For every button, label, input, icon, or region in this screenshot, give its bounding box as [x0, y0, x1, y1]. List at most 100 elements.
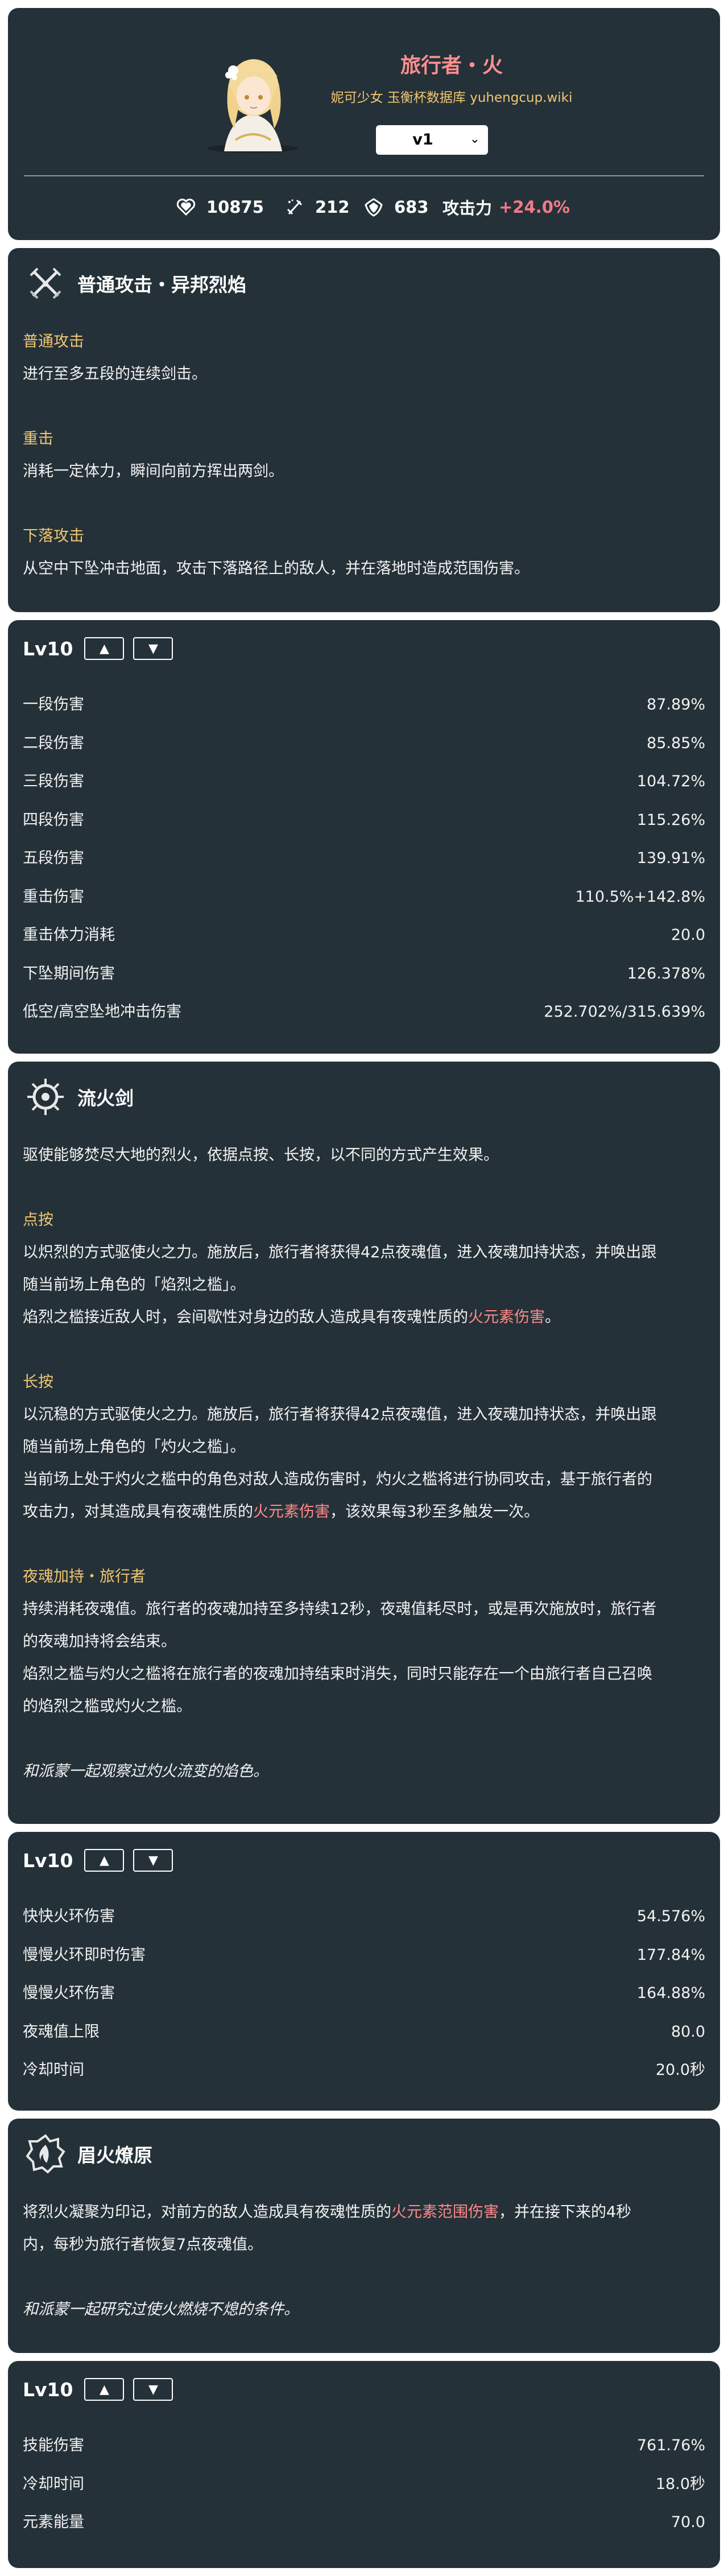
- site-credit: 妮可少女 玉衡杯数据库 yuhengcup.wiki: [330, 90, 573, 105]
- table-row: 技能伤害 761.76%: [23, 2426, 705, 2465]
- level-label: Lv10: [23, 1849, 73, 1872]
- row-value: 70.0: [671, 2513, 705, 2531]
- row-label: 五段伤害: [23, 849, 84, 867]
- atk-value: 212: [315, 197, 350, 217]
- divider: [24, 175, 704, 176]
- row-value: 87.89%: [647, 696, 705, 713]
- def-stat: 683: [363, 196, 429, 218]
- row-label: 元素能量: [23, 2513, 84, 2531]
- version-value: v1: [412, 131, 433, 148]
- atk-bonus: 攻击力 +24.0%: [442, 196, 570, 218]
- text: 攻击力，对其造成具有夜魂性质的: [23, 1503, 253, 1521]
- table-row: 二段伤害 85.85%: [23, 724, 705, 763]
- burst-card: 眉火燎原 将烈火凝聚为印记，对前方的敌人造成具有夜魂性质的火元素范围伤害，并在接…: [8, 2119, 720, 2353]
- level-down-button[interactable]: ▼: [133, 2378, 173, 2401]
- row-value: 18.0秒: [655, 2475, 705, 2493]
- burst-name: 眉火燎原: [77, 2144, 152, 2166]
- hold-line: 随当前场上角色的「灼火之槛」。: [23, 1438, 246, 1456]
- pyro-aoe-dmg-highlight: 火元素范围伤害: [391, 2203, 499, 2221]
- row-label: 慢慢火环即时伤害: [23, 1946, 146, 1964]
- hold-line: 攻击力，对其造成具有夜魂性质的火元素伤害，该效果每3秒至多触发一次。: [23, 1496, 705, 1528]
- level-up-button[interactable]: ▲: [84, 1849, 125, 1872]
- nightsoul-line: 焰烈之槛与灼火之槛将在旅行者的夜魂加持结束时消失，同时只能存在一个由旅行者自己召…: [23, 1665, 652, 1683]
- level-label: Lv10: [23, 2378, 73, 2401]
- version-select[interactable]: v1 ⌄: [376, 125, 488, 155]
- row-label: 二段伤害: [23, 734, 84, 752]
- text: ，该效果每3秒至多触发一次。: [330, 1503, 540, 1521]
- row-value: 85.85%: [647, 734, 705, 752]
- nightsoul-line: 持续消耗夜魂值。旅行者的夜魂加持至多持续12秒，夜魂值耗尽时，或是再次施放时，旅…: [23, 1600, 657, 1618]
- row-label: 技能伤害: [23, 2437, 84, 2454]
- level-up-button[interactable]: ▲: [84, 637, 125, 660]
- character-name: 旅行者・火: [400, 54, 503, 77]
- normal-attack-level-card: Lv10 ▲ ▼ 一段伤害 87.89% 二段伤害 85.85% 三段伤害 104.7…: [8, 620, 720, 1054]
- row-value: 139.91%: [636, 849, 705, 867]
- stat-table: 快快火环伤害 54.576% 慢慢火环即时伤害 177.84% 慢慢火环伤害 164.…: [23, 1897, 705, 2090]
- table-row: 下坠期间伤害 126.378%: [23, 955, 705, 993]
- row-label: 一段伤害: [23, 696, 84, 713]
- burst-icon: [26, 2134, 65, 2174]
- nightsoul-title: 夜魂加持・旅行者: [23, 1568, 146, 1586]
- skill-name: 流火剑: [77, 1087, 134, 1109]
- atk-stat: 212: [284, 196, 350, 218]
- row-label: 重击伤害: [23, 887, 84, 906]
- row-label: 四段伤害: [23, 811, 84, 829]
- row-value: 115.26%: [636, 811, 705, 829]
- nightsoul-line: 的夜魂加持将会结束。: [23, 1633, 176, 1650]
- tap-line: 随当前场上角色的「焰烈之槛」。: [23, 1276, 246, 1294]
- burst-level-card: Lv10 ▲ ▼ 技能伤害 761.76% 冷却时间 18.0秒 元素能量 70.0: [8, 2361, 720, 2568]
- row-label: 三段伤害: [23, 773, 84, 790]
- level-down-button[interactable]: ▼: [133, 637, 173, 660]
- level-up-button[interactable]: ▲: [84, 2378, 125, 2401]
- atk-bonus-label: 攻击力: [442, 199, 493, 218]
- row-value: 110.5%+142.8%: [575, 887, 705, 906]
- level-down-button[interactable]: ▼: [133, 1849, 173, 1872]
- character-header-card: 旅行者・火 妮可少女 玉衡杯数据库 yuhengcup.wiki v1 ⌄ 10…: [8, 8, 720, 240]
- row-value: 126.378%: [627, 964, 705, 982]
- table-row: 一段伤害 87.89%: [23, 686, 705, 724]
- level-label: Lv10: [23, 637, 73, 660]
- stat-table: 技能伤害 761.76% 冷却时间 18.0秒 元素能量 70.0: [23, 2426, 705, 2542]
- section-text: 进行至多五段的连续剑击。: [23, 365, 207, 383]
- hold-title: 长按: [23, 1373, 53, 1391]
- tap-line: 以炽烈的方式驱使火之力。施放后，旅行者将获得42点夜魂值，进入夜魂加持状态，并唤…: [23, 1244, 657, 1261]
- row-label: 快快火环伤害: [23, 1908, 115, 1925]
- skill-level-card: Lv10 ▲ ▼ 快快火环伤害 54.576% 慢慢火环即时伤害 177.84% 慢…: [8, 1832, 720, 2111]
- row-label: 下坠期间伤害: [23, 964, 115, 982]
- row-value: 164.88%: [636, 1984, 705, 2002]
- text: ，并在接下来的4秒: [499, 2203, 632, 2221]
- row-label: 低空/高空坠地冲击伤害: [23, 1003, 182, 1021]
- text: 将烈火凝聚为印记，对前方的敌人造成具有夜魂性质的: [23, 2203, 391, 2221]
- burst-description: 将烈火凝聚为印记，对前方的敌人造成具有夜魂性质的火元素范围伤害，并在接下来的4秒…: [23, 2196, 705, 2326]
- table-row: 慢慢火环即时伤害 177.84%: [23, 1936, 705, 1975]
- row-value: 252.702%/315.639%: [544, 1003, 705, 1021]
- normal-attack-description: 普通攻击 进行至多五段的连续剑击。 重击 消耗一定体力，瞬间向前方挥出两剑。 下…: [23, 325, 705, 585]
- table-row: 重击体力消耗 20.0: [23, 916, 705, 955]
- table-row: 四段伤害 115.26%: [23, 801, 705, 840]
- section-title: 普通攻击: [23, 333, 84, 350]
- tap-line: 焰烈之槛接近敌人时，会间歇性对身边的敌人造成具有夜魂性质的火元素伤害。: [23, 1301, 705, 1334]
- pyro-dmg-highlight: 火元素伤害: [253, 1503, 330, 1521]
- stat-table: 一段伤害 87.89% 二段伤害 85.85% 三段伤害 104.72% 四段伤害 11…: [23, 686, 705, 1031]
- text: 。: [545, 1308, 560, 1326]
- table-row: 快快火环伤害 54.576%: [23, 1897, 705, 1936]
- table-row: 三段伤害 104.72%: [23, 762, 705, 801]
- normal-attack-icon: [30, 267, 61, 299]
- row-value: 104.72%: [636, 773, 705, 790]
- row-value: 177.84%: [636, 1946, 705, 1964]
- table-row: 重击伤害 110.5%+142.8%: [23, 878, 705, 917]
- row-value: 20.0: [671, 926, 705, 944]
- skill-icon: [27, 1079, 64, 1115]
- table-row: 慢慢火环伤害 164.88%: [23, 1974, 705, 2013]
- table-row: 夜魂值上限 80.0: [23, 2013, 705, 2051]
- section-title: 重击: [23, 430, 53, 448]
- table-row: 元素能量 70.0: [23, 2503, 705, 2542]
- heart-icon: [176, 199, 196, 216]
- shield-icon: [365, 198, 383, 217]
- pyro-dmg-highlight: 火元素伤害: [468, 1308, 545, 1326]
- skill-intro: 驱使能够焚尽大地的烈火，依据点按、长按，以不同的方式产生效果。: [23, 1146, 499, 1164]
- hold-line: 当前场上处于灼火之槛中的角色对敌人造成伤害时，灼火之槛将进行协同攻击，基于旅行者…: [23, 1471, 652, 1488]
- text: 焰烈之槛接近敌人时，会间歇性对身边的敌人造成具有夜魂性质的: [23, 1308, 468, 1326]
- table-row: 低空/高空坠地冲击伤害 252.702%/315.639%: [23, 993, 705, 1031]
- row-value: 761.76%: [636, 2437, 705, 2454]
